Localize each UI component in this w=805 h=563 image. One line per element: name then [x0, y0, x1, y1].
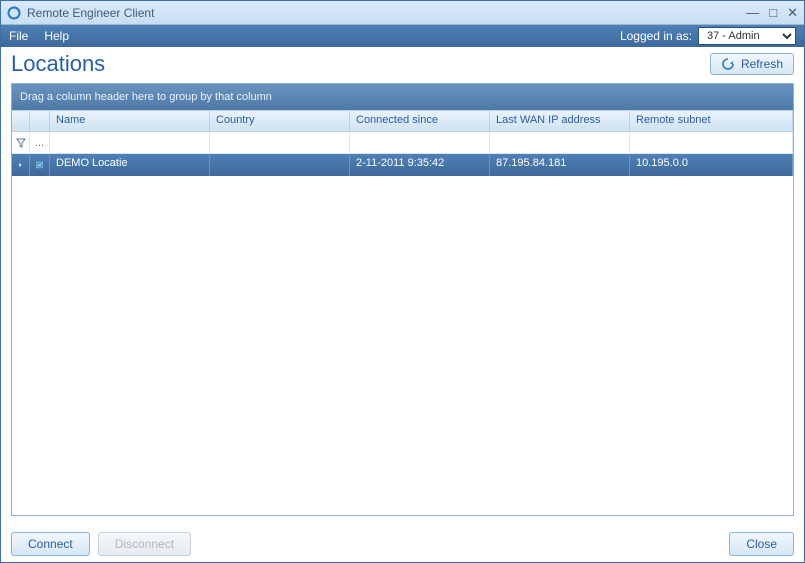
- col-icon[interactable]: [30, 111, 50, 131]
- cell-connected-since: 2-11-2011 9:35:42: [350, 154, 490, 176]
- col-name[interactable]: Name: [50, 111, 210, 131]
- window-controls: — □ ✕: [746, 6, 798, 19]
- table-row[interactable]: DEMO Locatie 2-11-2011 9:35:42 87.195.84…: [12, 154, 793, 176]
- menu-help[interactable]: Help: [44, 29, 69, 43]
- app-title: Remote Engineer Client: [27, 6, 746, 20]
- page-header: Locations Refresh: [1, 47, 804, 83]
- cell-name: DEMO Locatie: [50, 154, 210, 176]
- user-select[interactable]: 37 - Admin: [698, 27, 796, 45]
- col-country[interactable]: Country: [210, 111, 350, 131]
- locations-grid: Drag a column header here to group by th…: [11, 83, 794, 516]
- filter-toggle[interactable]: [12, 132, 30, 153]
- col-connected-since[interactable]: Connected since: [350, 111, 490, 131]
- close-button[interactable]: Close: [729, 532, 794, 556]
- menubar: File Help Logged in as: 37 - Admin: [1, 25, 804, 47]
- filter-wan[interactable]: [490, 132, 630, 153]
- column-headers: Name Country Connected since Last WAN IP…: [12, 110, 793, 132]
- refresh-icon: [721, 57, 735, 71]
- logged-in-label: Logged in as:: [620, 29, 692, 43]
- filter-icon-cell[interactable]: ...: [30, 132, 50, 153]
- footer: Connect Disconnect Close: [1, 526, 804, 562]
- app-window: Remote Engineer Client — □ ✕ File Help L…: [0, 0, 805, 563]
- group-by-panel[interactable]: Drag a column header here to group by th…: [12, 84, 793, 110]
- data-rows: DEMO Locatie 2-11-2011 9:35:42 87.195.84…: [12, 154, 793, 515]
- page-title: Locations: [11, 51, 710, 77]
- filter-since[interactable]: [350, 132, 490, 153]
- filter-subnet[interactable]: [630, 132, 793, 153]
- row-status-icon: [30, 154, 50, 176]
- content-area: Drag a column header here to group by th…: [1, 83, 804, 526]
- maximize-button[interactable]: □: [769, 6, 777, 19]
- col-remote-subnet[interactable]: Remote subnet: [630, 111, 793, 131]
- cell-last-wan: 87.195.84.181: [490, 154, 630, 176]
- titlebar: Remote Engineer Client — □ ✕: [1, 1, 804, 25]
- minimize-button[interactable]: —: [746, 6, 759, 19]
- filter-row: ...: [12, 132, 793, 154]
- col-indicator[interactable]: [12, 111, 30, 131]
- app-icon: [7, 6, 21, 20]
- menu-file[interactable]: File: [9, 29, 28, 43]
- col-last-wan[interactable]: Last WAN IP address: [490, 111, 630, 131]
- filter-icon: [16, 138, 26, 148]
- row-indicator-icon: [12, 154, 30, 176]
- close-window-button[interactable]: ✕: [787, 6, 798, 19]
- refresh-label: Refresh: [741, 57, 783, 71]
- disconnect-button: Disconnect: [98, 532, 191, 556]
- filter-name[interactable]: [50, 132, 210, 153]
- cell-country: [210, 154, 350, 176]
- connect-button[interactable]: Connect: [11, 532, 90, 556]
- refresh-button[interactable]: Refresh: [710, 53, 794, 75]
- cell-remote-subnet: 10.195.0.0: [630, 154, 793, 176]
- filter-country[interactable]: [210, 132, 350, 153]
